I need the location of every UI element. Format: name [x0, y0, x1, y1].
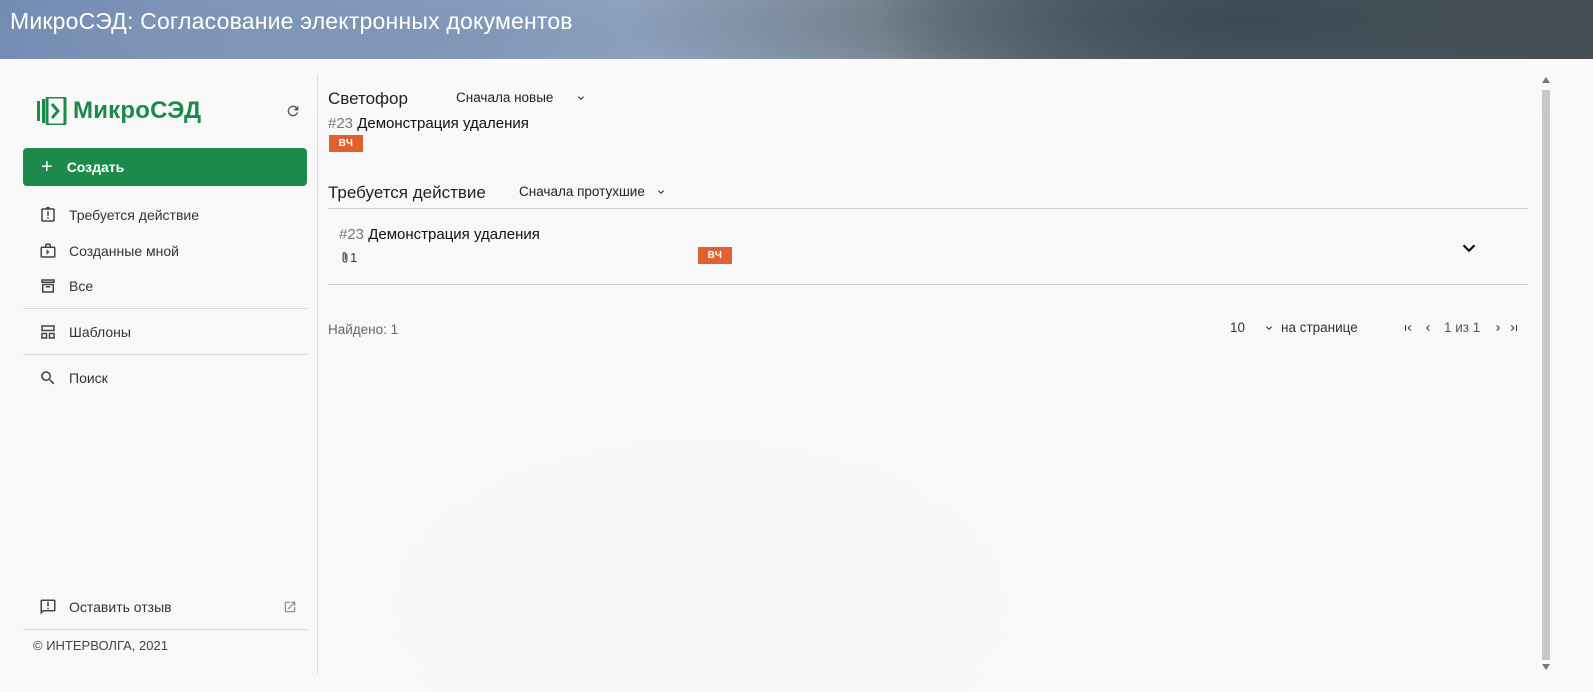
chevron-down-icon	[578, 95, 585, 100]
pagination: 1 из 1	[1402, 320, 1520, 335]
copyright: © ИНТЕРВОЛГА, 2021	[33, 638, 168, 653]
feedback-label: Оставить отзыв	[69, 599, 172, 615]
sidebar: МикроСЭД + Создать Требуется действие Со…	[23, 59, 307, 692]
templates-icon	[37, 321, 59, 343]
per-page-value: 10	[1230, 320, 1246, 335]
expand-chevron-icon[interactable]	[1458, 237, 1480, 259]
table-row[interactable]: #23 Демонстрация удаления 1 ВЧ	[328, 209, 1528, 284]
doc-title: Демонстрация удаления	[357, 115, 529, 132]
clipboard-alert-icon	[37, 204, 59, 226]
create-button-label: Создать	[66, 159, 125, 175]
found-count: Найдено: 1	[328, 322, 399, 337]
doc-number: #23	[328, 115, 354, 132]
page-range: 1 из 1	[1444, 320, 1481, 335]
refresh-icon[interactable]	[282, 100, 304, 122]
logo-icon	[37, 97, 67, 125]
attachments-count: 1	[340, 250, 357, 265]
per-page-label: на странице	[1281, 320, 1358, 335]
prev-page-icon[interactable]	[1422, 322, 1434, 334]
feedback-icon	[37, 596, 59, 618]
scroll-down-icon[interactable]	[1541, 663, 1551, 671]
traffic-sort-select[interactable]: Сначала новые	[456, 90, 587, 105]
create-button[interactable]: + Создать	[23, 148, 307, 186]
sidebar-item-action-required[interactable]: Требуется действие	[23, 198, 307, 232]
action-required-title: Требуется действие	[328, 183, 486, 202]
chevron-down-icon	[1266, 325, 1273, 330]
row-doc-link[interactable]: #23 Демонстрация удаления	[339, 226, 540, 243]
logo-text: МикроСЭД	[73, 97, 202, 124]
scroll-up-icon[interactable]	[1541, 76, 1551, 84]
sidebar-item-label: Все	[69, 278, 94, 294]
sidebar-separator	[317, 74, 318, 674]
main-content: Светофор Сначала новые #23 Демонстрация …	[328, 59, 1528, 692]
last-page-icon[interactable]	[1508, 322, 1520, 334]
archive-icon	[37, 275, 59, 297]
sidebar-divider	[23, 629, 307, 630]
chevron-down-icon	[657, 189, 664, 194]
sidebar-item-created-by-me[interactable]: Созданные мной	[23, 234, 307, 268]
logo[interactable]: МикроСЭД	[37, 97, 201, 125]
priority-badge: ВЧ	[698, 247, 732, 264]
sidebar-item-templates[interactable]: Шаблоны	[23, 315, 307, 349]
plus-icon: +	[41, 156, 53, 178]
doc-number: #23	[339, 226, 365, 243]
doc-title: Демонстрация удаления	[368, 226, 540, 243]
table-bottom-line	[328, 284, 1528, 285]
briefcase-icon	[37, 240, 59, 262]
per-page-select[interactable]: 10	[1230, 320, 1275, 335]
external-link-icon	[284, 601, 296, 613]
sidebar-item-label: Созданные мной	[69, 243, 179, 259]
paperclip-icon	[342, 252, 348, 263]
sidebar-item-label: Поиск	[69, 370, 108, 386]
traffic-light-title: Светофор	[328, 89, 408, 108]
sidebar-item-label: Требуется действие	[69, 207, 200, 223]
feedback-link[interactable]: Оставить отзыв	[23, 590, 307, 624]
attachments-value: 1	[350, 250, 358, 265]
scroll-thumb[interactable]	[1542, 90, 1550, 660]
first-page-icon[interactable]	[1402, 322, 1414, 334]
scrollbar[interactable]	[1537, 74, 1553, 674]
priority-badge: ВЧ	[329, 135, 363, 152]
sort-value: Сначала новые	[456, 90, 554, 105]
sidebar-item-label: Шаблоны	[69, 324, 131, 340]
sidebar-divider	[23, 308, 307, 309]
sort-value: Сначала протухшие	[519, 184, 645, 199]
sidebar-item-all[interactable]: Все	[23, 269, 307, 303]
traffic-doc-link[interactable]: #23 Демонстрация удаления	[328, 115, 529, 132]
sidebar-item-search[interactable]: Поиск	[23, 361, 307, 395]
app-title: МикроСЭД: Согласование электронных докум…	[10, 8, 573, 34]
action-sort-select[interactable]: Сначала протухшие	[519, 184, 667, 199]
content-panel: МикроСЭД + Создать Требуется действие Со…	[0, 59, 1593, 692]
next-page-icon[interactable]	[1492, 322, 1504, 334]
sidebar-divider	[23, 354, 307, 355]
search-icon	[37, 367, 59, 389]
